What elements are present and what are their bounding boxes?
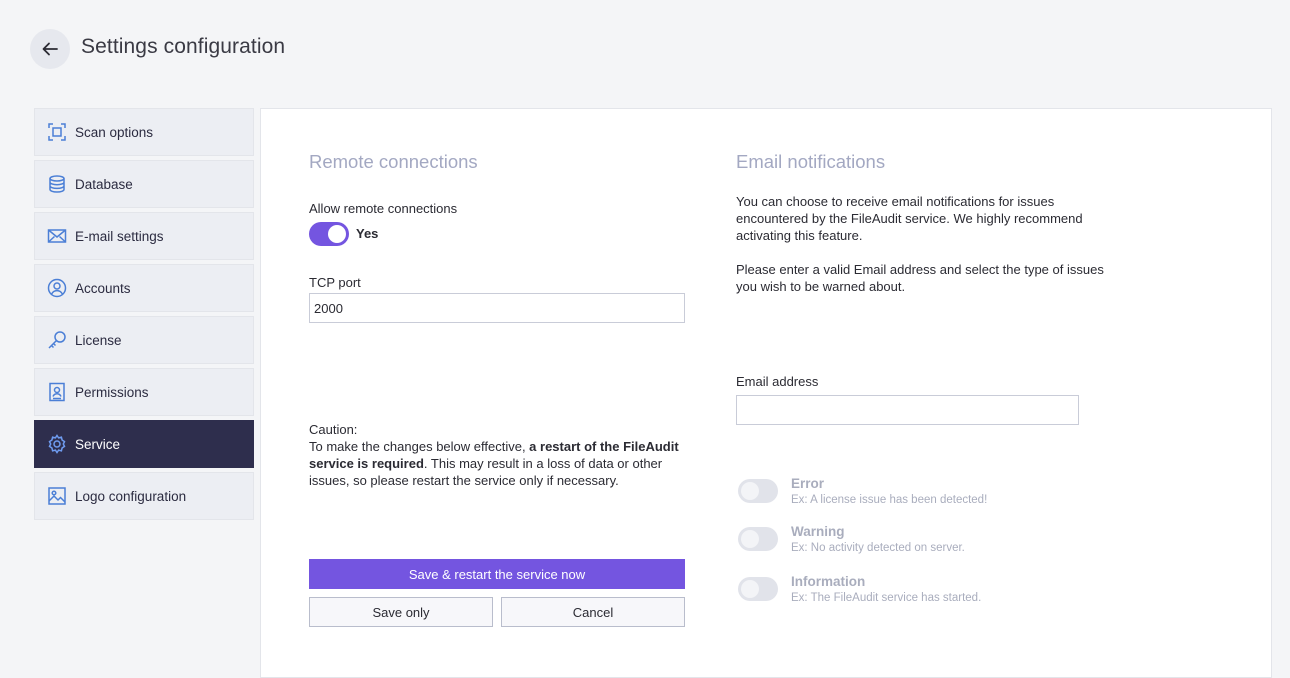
sidebar-item-label: Logo configuration <box>75 488 187 504</box>
warning-notification-example: Ex: No activity detected on server. <box>791 542 965 554</box>
information-notification-toggle[interactable] <box>738 577 778 601</box>
tcp-port-input[interactable] <box>309 293 685 323</box>
save-restart-button[interactable]: Save & restart the service now <box>309 559 685 589</box>
save-only-button[interactable]: Save only <box>309 597 493 627</box>
caution-body: To make the changes below effective, a r… <box>309 438 687 489</box>
allow-remote-state: Yes <box>356 226 379 241</box>
tcp-port-label: TCP port <box>309 275 361 290</box>
sidebar-item-accounts[interactable]: Accounts <box>34 264 254 312</box>
sidebar-item-label: Service <box>75 436 121 452</box>
sidebar-item-label: License <box>75 332 122 348</box>
sidebar-item-label: E-mail settings <box>75 228 164 244</box>
badge-icon <box>47 382 67 402</box>
sidebar-item-label: Permissions <box>75 384 149 400</box>
email-address-input[interactable] <box>736 395 1079 425</box>
email-description-2: Please enter a valid Email address and s… <box>736 262 1104 294</box>
sidebar-item-label: Database <box>75 176 133 192</box>
email-notifications-title: Email notifications <box>736 151 886 172</box>
sidebar-item-label: Scan options <box>75 124 154 140</box>
information-notification-example: Ex: The FileAudit service has started. <box>791 592 982 604</box>
settings-panel: Remote connections Allow remote connecti… <box>260 108 1272 678</box>
sidebar-item-license[interactable]: License <box>34 316 254 364</box>
email-address-label: Email address <box>736 374 819 389</box>
caution-pre: To make the changes below effective, <box>309 439 530 454</box>
sidebar-item-database[interactable]: Database <box>34 160 254 208</box>
back-button[interactable] <box>30 29 70 69</box>
user-circle-icon <box>47 278 67 298</box>
envelope-icon <box>47 226 67 246</box>
gear-icon <box>47 434 67 454</box>
warning-notification-title: Warning <box>791 524 845 539</box>
email-description-1: You can choose to receive email notifica… <box>736 194 1083 243</box>
cancel-button[interactable]: Cancel <box>501 597 685 627</box>
error-notification-title: Error <box>791 476 825 491</box>
caution-heading: Caution: <box>309 422 358 437</box>
sidebar-item-scan-options[interactable]: Scan options <box>34 108 254 156</box>
remote-connections-title: Remote connections <box>309 151 478 172</box>
settings-sidebar: Scan options Database E-mail settings Ac… <box>34 108 254 524</box>
sidebar-item-logo-configuration[interactable]: Logo configuration <box>34 472 254 520</box>
scan-icon <box>47 122 67 142</box>
allow-remote-toggle[interactable] <box>309 222 349 246</box>
sidebar-item-service[interactable]: Service <box>34 420 254 468</box>
warning-notification-toggle[interactable] <box>738 527 778 551</box>
arrow-left-icon <box>42 42 58 56</box>
image-icon <box>47 486 67 506</box>
error-notification-example: Ex: A license issue has been detected! <box>791 494 988 506</box>
key-icon <box>47 330 67 350</box>
information-notification-title: Information <box>791 574 866 589</box>
sidebar-item-permissions[interactable]: Permissions <box>34 368 254 416</box>
error-notification-toggle[interactable] <box>738 479 778 503</box>
caution-text: Caution: To make the changes below effec… <box>309 421 687 489</box>
sidebar-item-email-settings[interactable]: E-mail settings <box>34 212 254 260</box>
page-title: Settings configuration <box>81 35 286 58</box>
database-icon <box>47 174 67 194</box>
allow-remote-label: Allow remote connections <box>309 201 458 216</box>
sidebar-item-label: Accounts <box>75 280 131 296</box>
